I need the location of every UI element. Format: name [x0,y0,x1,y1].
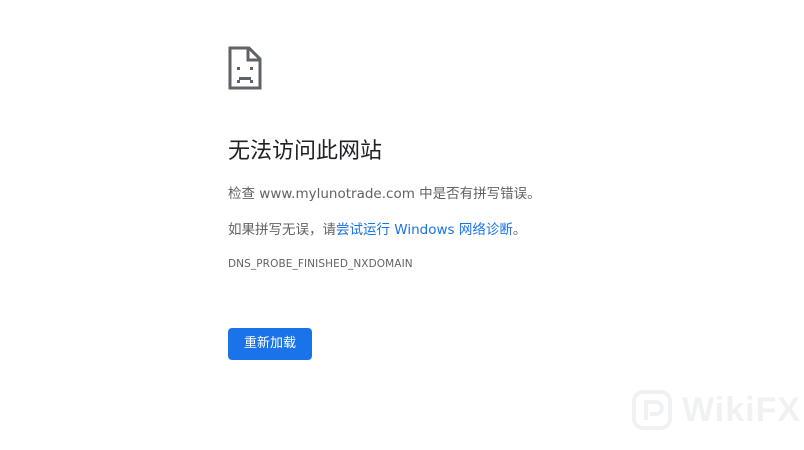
check-suffix: 中是否有拼写错误。 [414,186,541,202]
watermark-text: WikiFX [682,391,802,429]
wikifx-logo-icon [632,390,672,430]
suggestion-message: 如果拼写无误，请尝试运行 Windows 网络诊断。 [228,220,708,240]
suggestion-prefix: 如果拼写无误，请 [228,222,336,238]
reload-button[interactable]: 重新加载 [228,328,313,360]
check-prefix: 检查 [228,186,260,202]
sad-page-icon [228,46,262,90]
error-page: 无法访问此网站 检查 www.mylunotrade.com 中是否有拼写错误。… [0,0,804,450]
suggestion-suffix: 。 [512,222,527,238]
page-title: 无法访问此网站 [228,139,383,164]
network-diagnostics-link[interactable]: 尝试运行 Windows 网络诊断 [336,222,513,238]
watermark: WikiFX [632,390,801,430]
check-spelling-message: 检查 www.mylunotrade.com 中是否有拼写错误。 [228,184,708,204]
error-code: DNS_PROBE_FINISHED_NXDOMAIN [228,258,413,270]
error-content: 无法访问此网站 检查 www.mylunotrade.com 中是否有拼写错误。… [228,46,708,360]
domain-name: www.mylunotrade.com [259,186,415,202]
